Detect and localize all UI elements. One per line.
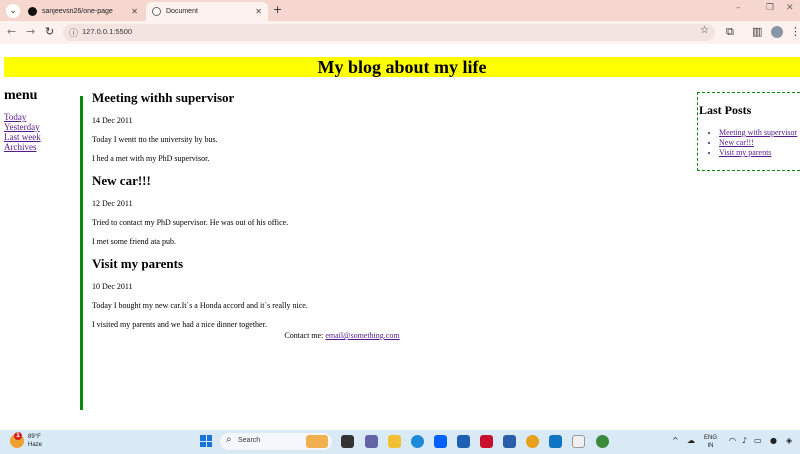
post-paragraph: Today I wentt tto the university by bus.	[92, 135, 218, 144]
address-bar[interactable]: ⓘ 127.0.0.1:5500 ☆	[63, 24, 715, 41]
contact-line: Contact me: email@something.com	[92, 331, 592, 340]
last-post-link[interactable]: Visit my parents	[719, 148, 771, 157]
site-info-icon[interactable]: ⓘ	[69, 26, 78, 39]
file-explorer-icon[interactable]	[388, 435, 401, 448]
last-posts-box: Last Posts Meeting with supervisor New c…	[697, 92, 800, 171]
weather-condition: Haze	[28, 442, 43, 448]
task-view-icon[interactable]	[341, 435, 354, 448]
tab-title: Document	[166, 8, 198, 15]
close-icon[interactable]: ✕	[131, 7, 138, 16]
globe-icon	[152, 7, 161, 16]
tab-github[interactable]: sanjeevsri26/one-page ✕	[22, 2, 144, 21]
profile-avatar[interactable]	[771, 26, 783, 38]
list-item: New car!!!	[719, 138, 800, 148]
browser-toolbar: ← → ↻ ⓘ 127.0.0.1:5500 ☆ ⧉ ▥ ⋮	[0, 21, 800, 44]
post-title: New car!!!	[92, 173, 151, 188]
last-post-link[interactable]: New car!!!	[719, 138, 754, 147]
close-icon[interactable]: ✕	[255, 7, 262, 16]
list-item: Visit my parents	[719, 148, 800, 158]
reload-icon[interactable]: ↻	[45, 25, 54, 38]
content-divider	[80, 96, 83, 410]
post-paragraph: I met some friend ata pub.	[92, 237, 176, 246]
last-post-link[interactable]: Meeting with supervisor	[719, 128, 797, 137]
post-date: 10 Dec 2011	[92, 282, 133, 291]
maximize-icon[interactable]: ❐	[766, 3, 774, 13]
github-icon	[28, 7, 37, 16]
url-text: 127.0.0.1:5500	[82, 27, 133, 36]
back-arrow-icon[interactable]: ←	[7, 25, 16, 38]
menu-link-yesterday[interactable]: Yesterday	[4, 122, 74, 132]
forward-arrow-icon[interactable]: →	[26, 25, 35, 38]
browser-tab-strip: ⌄ sanjeevsri26/one-page ✕ Document ✕ + –…	[0, 0, 800, 21]
close-window-icon[interactable]: ✕	[786, 3, 794, 13]
post-paragraph: I visited my parents and we had a nice d…	[92, 320, 267, 329]
list-item: Meeting with supervisor	[719, 128, 800, 138]
edge-icon[interactable]	[411, 435, 424, 448]
more-menu-icon[interactable]: ⋮	[790, 25, 800, 38]
search-highlight-icon	[306, 435, 328, 448]
search-icon: ⌕	[226, 434, 232, 445]
color-app-icon[interactable]: ●	[770, 436, 777, 445]
blog-title: My blog about my life	[317, 57, 487, 77]
minimize-icon[interactable]: –	[736, 3, 741, 13]
contact-label: Contact me:	[284, 331, 324, 340]
chrome-profile-icon[interactable]	[596, 435, 609, 448]
last-posts-title: Last Posts	[699, 103, 752, 117]
post-paragraph: Tried to contact my PhD supervisor. He w…	[92, 218, 289, 227]
copilot-icon[interactable]: ◈	[786, 436, 792, 445]
active-app-icon[interactable]	[572, 435, 585, 448]
post-paragraph: I hed a met with my PhD supervisor.	[92, 154, 210, 163]
side-menu: menu Today Yesterday Last week Archives	[4, 88, 74, 152]
cloud-icon[interactable]: ☁	[687, 436, 695, 445]
extensions-icon[interactable]: ⧉	[726, 25, 734, 39]
bookmark-star-icon[interactable]: ☆	[700, 25, 709, 36]
tab-document[interactable]: Document ✕	[146, 2, 268, 21]
blog-header: My blog about my life	[4, 57, 800, 77]
menu-title: menu	[4, 88, 38, 103]
app-l-icon[interactable]	[503, 435, 516, 448]
contact-email-link[interactable]: email@something.com	[325, 331, 399, 340]
last-posts-list: Meeting with supervisor New car!!! Visit…	[699, 128, 800, 158]
taskbar-search[interactable]: ⌕ Search	[220, 433, 332, 450]
weather-icon: 1	[10, 432, 24, 448]
notification-badge: 1	[14, 432, 22, 440]
vscode-icon[interactable]	[549, 435, 562, 448]
tab-search-icon[interactable]: ⌄	[6, 4, 20, 18]
tab-title: sanjeevsri26/one-page	[42, 8, 113, 15]
battery-icon[interactable]: ▭	[754, 436, 762, 445]
post-date: 12 Dec 2011	[92, 199, 133, 208]
mcafee-icon[interactable]	[480, 435, 493, 448]
post-date: 14 Dec 2011	[92, 116, 133, 125]
post-paragraph: Today I bought my new car.It`s a Honda a…	[92, 301, 308, 310]
taskbar: 1 89°F Haze ⌕ Search ^ ☁ ENG IN ◠ ♪ ▭ ● …	[0, 430, 800, 454]
chrome-icon[interactable]	[526, 435, 539, 448]
new-tab-icon[interactable]: +	[273, 3, 282, 16]
chevron-up-icon[interactable]: ^	[672, 436, 679, 445]
post-title: Meeting withh supervisor	[92, 90, 235, 105]
wifi-icon[interactable]: ◠	[729, 436, 736, 445]
post-title: Visit my parents	[92, 256, 183, 271]
posts-section: Meeting withh supervisor 14 Dec 2011 Tod…	[92, 90, 672, 339]
side-panel-icon[interactable]: ▥	[752, 25, 762, 38]
weather-widget[interactable]: 1 89°F Haze	[10, 432, 43, 449]
volume-icon[interactable]: ♪	[742, 436, 747, 445]
language-indicator[interactable]: ENG IN	[704, 434, 717, 450]
post: New car!!! 12 Dec 2011 Tried to contact …	[92, 173, 672, 246]
menu-link-last-week[interactable]: Last week	[4, 132, 74, 142]
weather-temp: 89°F	[28, 434, 41, 440]
dropbox-icon[interactable]	[434, 435, 447, 448]
menu-link-archives[interactable]: Archives	[4, 142, 74, 152]
menu-link-today[interactable]: Today	[4, 112, 74, 122]
post: Visit my parents 10 Dec 2011 Today I bou…	[92, 256, 672, 329]
windows-start-icon[interactable]	[200, 435, 212, 447]
post: Meeting withh supervisor 14 Dec 2011 Tod…	[92, 90, 672, 163]
store-icon[interactable]	[457, 435, 470, 448]
teams-icon[interactable]	[365, 435, 378, 448]
search-label: Search	[238, 437, 261, 444]
